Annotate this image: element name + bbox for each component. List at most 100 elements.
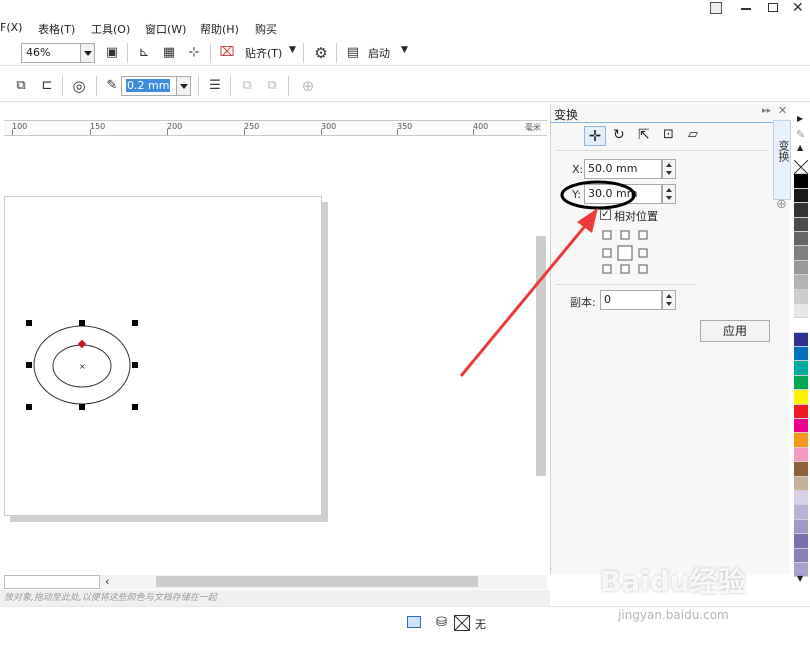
collapse-icon[interactable]: ▸▸ [762,106,771,116]
color-swatch[interactable] [794,318,808,333]
close-icon[interactable]: ✕ [792,0,804,16]
minimize-icon[interactable] [741,8,751,10]
color-swatch[interactable] [794,303,808,319]
color-swatch[interactable] [794,490,808,506]
color-swatch[interactable] [794,361,808,376]
close-icon[interactable]: ✕ [778,104,787,117]
relative-position-label: 相对位置 [614,210,658,223]
gear-icon[interactable]: ⚙ [312,44,330,62]
color-swatch[interactable] [794,217,808,232]
copies-spinner[interactable] [662,290,676,310]
color-swatch[interactable] [794,231,808,247]
launch-button[interactable]: 启动 [368,45,390,61]
color-swatch[interactable] [794,347,808,362]
ruler-tick [90,129,91,135]
separator [127,43,128,63]
launch-icon[interactable]: ▤ [344,44,362,62]
add-icon[interactable]: ⊕ [299,77,317,95]
color-swatch[interactable] [794,433,808,448]
contour-icon[interactable]: ◎ [70,77,88,95]
restore-icon[interactable] [768,3,778,12]
rulers-icon[interactable]: ⊾ [135,44,153,62]
color-swatch[interactable] [794,260,808,276]
text-wrap-icon[interactable]: ☰ [206,77,224,95]
user-icon[interactable] [710,2,722,14]
chevron-down-icon[interactable]: ▼ [401,45,408,55]
chevron-right-icon[interactable]: ▶ [797,114,803,123]
x-spinner[interactable] [662,159,676,179]
color-swatch[interactable] [794,476,808,491]
no-fill-icon[interactable] [454,615,470,631]
color-swatch[interactable] [794,534,808,549]
separator [288,76,289,96]
color-proof-icon[interactable] [407,616,421,628]
color-swatch[interactable] [794,203,808,218]
docker-title: 变换 [554,108,579,122]
ruler-tick [473,129,474,135]
selected-ellipses[interactable]: × [0,310,150,420]
snap-to-button[interactable]: 贴齐(T) [245,45,282,61]
page-navigator[interactable] [4,575,100,589]
color-swatch[interactable] [794,289,808,304]
color-swatch[interactable] [794,548,808,563]
selection-handle [26,320,32,326]
position-mode-button[interactable]: ✛ [584,126,606,146]
chevron-left-icon[interactable]: ‹ [105,575,109,588]
color-swatch[interactable] [794,447,808,463]
add-icon[interactable]: ⊕ [776,197,787,212]
chevron-down-icon[interactable]: ▼ [289,45,296,55]
chevron-down-icon[interactable]: ▼ [797,574,803,583]
horizontal-scroll-thumb[interactable] [156,576,478,587]
guidelines-icon[interactable]: ⊹ [185,44,203,62]
y-spinner[interactable] [662,184,676,204]
fill-bucket-icon[interactable]: ⛁ [436,615,447,630]
menu-item-help[interactable]: 帮助(H) [200,21,239,37]
x-position-field[interactable]: 50.0 mm [584,159,662,179]
outline-width-combo[interactable]: 0.2 mm [121,76,191,96]
menu-item-table[interactable]: 表格(T) [38,21,75,37]
color-swatch[interactable] [794,419,808,434]
pen-icon[interactable]: ✎ [796,128,805,141]
skew-icon[interactable]: ▱ [688,127,698,142]
align-icon[interactable]: ⊏ [38,77,56,95]
ruler-tick [321,129,322,135]
color-swatch[interactable] [794,505,808,520]
selection-handle [26,362,32,368]
color-swatch[interactable] [794,275,808,290]
snap-off-icon[interactable]: ⌧ [218,44,236,62]
color-swatch[interactable] [794,188,808,204]
x-label: X: [572,163,584,176]
scale-mirror-icon[interactable]: ⇱ [638,127,650,143]
selection-handle [79,404,85,410]
menu-item-tools[interactable]: 工具(O) [91,21,130,37]
pen-icon[interactable]: ✎ [103,77,121,95]
zoom-combo[interactable]: 46% [21,43,95,63]
title-bar: ✕ [0,0,810,18]
color-swatch[interactable] [794,519,808,535]
color-swatch[interactable] [794,332,808,348]
color-swatch[interactable] [794,246,808,261]
color-swatch[interactable] [794,404,808,420]
color-swatch[interactable] [794,390,808,405]
chevron-down-icon[interactable] [80,44,94,62]
ruler-tick [12,129,13,135]
no-color-swatch[interactable] [793,159,809,175]
menu-item-window[interactable]: 窗口(W) [145,21,186,37]
size-icon[interactable]: ⊡ [663,127,674,142]
ruler-label: 200 [167,122,183,131]
mirror-icon[interactable]: ⧉ [12,77,30,95]
color-swatch[interactable] [794,462,808,477]
grid-icon[interactable]: ▦ [160,44,178,62]
standard-toolbar: 46% ▣ ⊾ ▦ ⊹ ⌧ 贴齐(T) ▼ ⚙ ▤ 启动 ▼ [0,40,810,66]
ruler-tick [244,129,245,135]
apply-button[interactable]: 应用 [700,320,770,342]
rotate-icon[interactable]: ↻ [613,127,625,143]
color-swatch[interactable] [794,375,808,391]
menu-item-effects[interactable]: F(X) [0,21,22,34]
full-screen-icon[interactable]: ▣ [103,44,121,62]
color-swatch[interactable] [794,174,808,189]
chevron-down-icon[interactable] [176,77,190,95]
chevron-up-icon[interactable]: ▲ [797,143,803,152]
ruler-label: 300 [321,122,337,131]
menu-item-buy[interactable]: 购买 [255,21,277,37]
